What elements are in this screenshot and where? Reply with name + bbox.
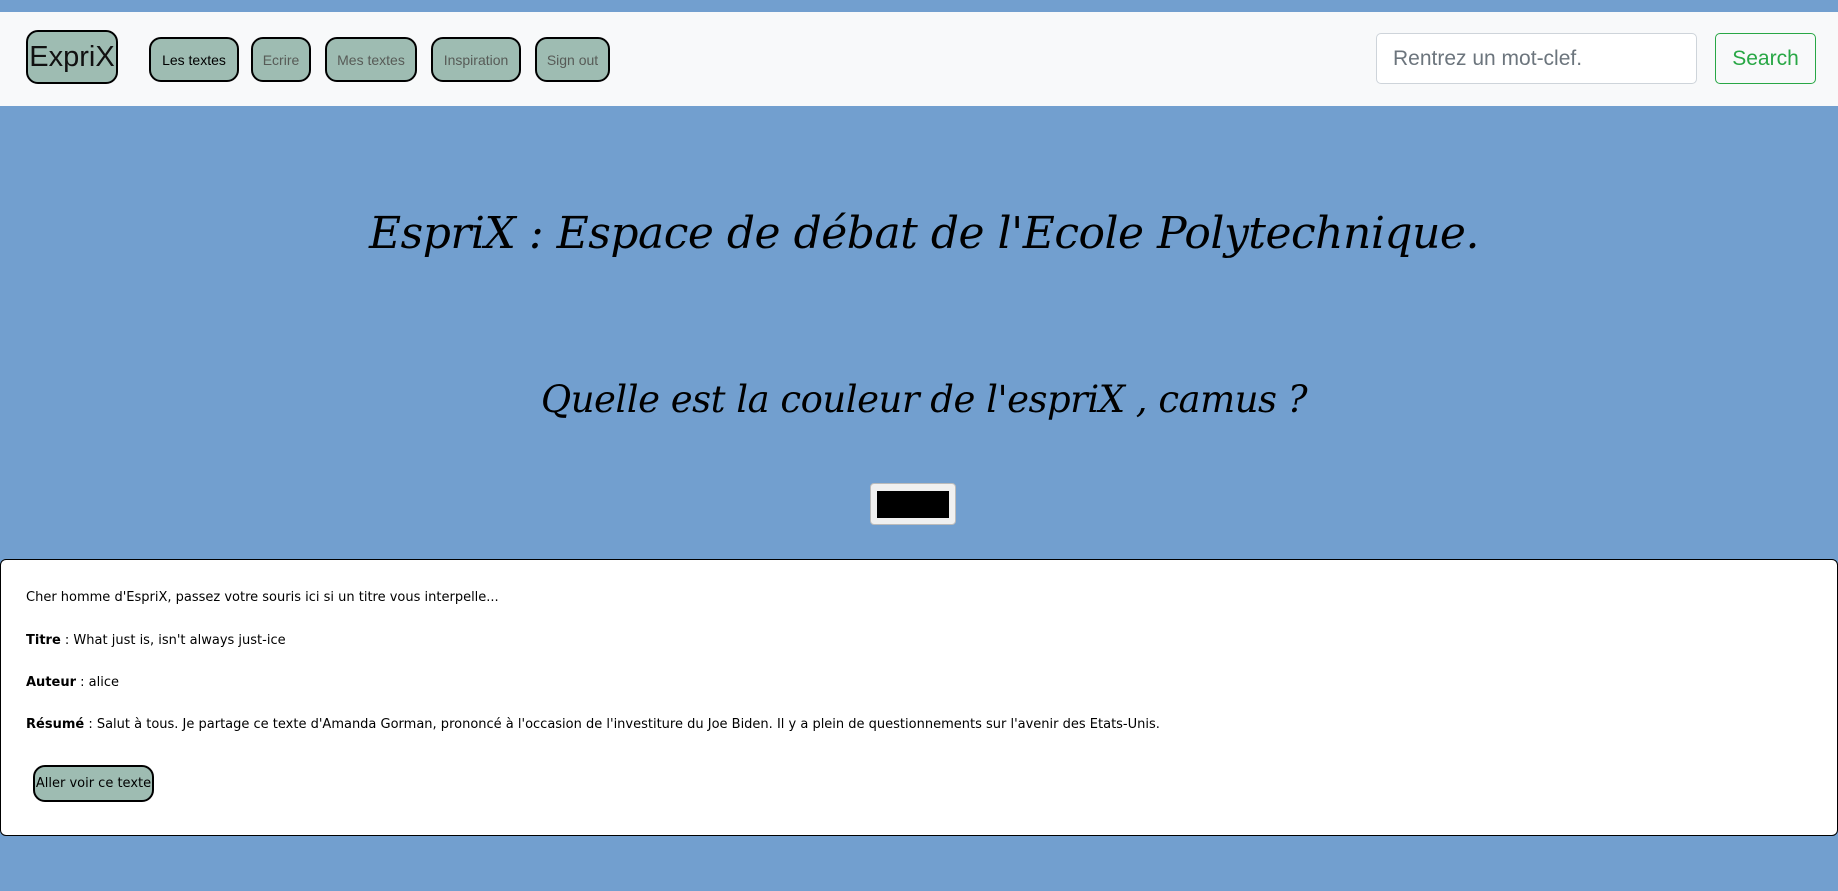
card-summary-label: Résumé xyxy=(26,717,85,732)
go-to-text-button[interactable]: Aller voir ce texte xyxy=(33,765,154,802)
text-preview-card: Cher homme d'EspriX, passez votre souris… xyxy=(0,559,1838,836)
nav-les-textes-button[interactable]: Les textes xyxy=(149,37,239,82)
card-author-value: : alice xyxy=(76,675,119,690)
nav-inspiration-button[interactable]: Inspiration xyxy=(431,37,521,82)
card-summary-line: Résumé : Salut à tous. Je partage ce tex… xyxy=(26,717,1160,732)
search-input[interactable] xyxy=(1376,33,1697,84)
brand-button[interactable]: ExpriX xyxy=(26,30,118,84)
card-summary-value: : Salut à tous. Je partage ce texte d'Am… xyxy=(84,717,1160,732)
nav-ecrire-button[interactable]: Ecrire xyxy=(251,37,311,82)
color-swatch xyxy=(877,490,949,518)
search-button[interactable]: Search xyxy=(1715,33,1816,84)
page-title: EspriX : Espace de débat de l'Ecole Poly… xyxy=(369,208,1479,259)
card-intro: Cher homme d'EspriX, passez votre souris… xyxy=(26,590,499,605)
page-subtitle: Quelle est la couleur de l'espriX , camu… xyxy=(540,378,1308,421)
card-title-label: Titre xyxy=(26,633,61,648)
card-author-label: Auteur xyxy=(26,675,77,690)
card-author-line: Auteur : alice xyxy=(26,675,119,690)
nav-mes-textes-button[interactable]: Mes textes xyxy=(325,37,417,82)
card-title-value: : What just is, isn't always just-ice xyxy=(60,633,286,648)
navbar: ExpriX Les textes Ecrire Mes textes Insp… xyxy=(0,12,1838,106)
color-picker-button[interactable] xyxy=(870,483,956,525)
nav-sign-out-button[interactable]: Sign out xyxy=(535,37,610,82)
card-title-line: Titre : What just is, isn't always just-… xyxy=(26,633,286,648)
top-strip xyxy=(0,0,1838,12)
